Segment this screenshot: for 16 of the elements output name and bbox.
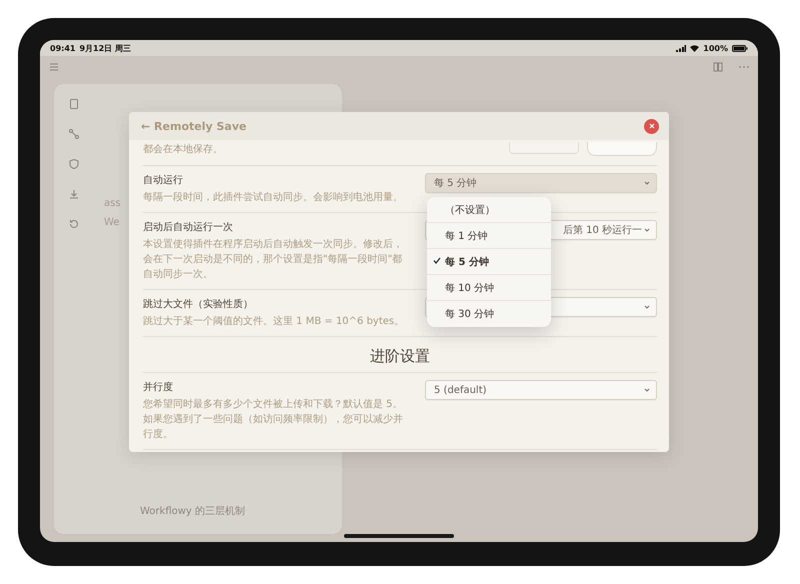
setting-title: 自动运行 (143, 174, 184, 187)
setting-title: 跳过大文件（实验性质） (143, 298, 254, 311)
setting-description: 跳过大于某一个阈值的文件。这里 1 MB = 10^6 bytes。 (143, 314, 406, 329)
status-date: 9月12日 周三 (79, 42, 131, 54)
select-value: 每 5 分钟 (434, 176, 477, 190)
battery-percent: 100% (703, 44, 728, 52)
select-value: 5 (default) (434, 384, 487, 396)
setting-description: 每隔一段时间，此插件尝试自动同步。会影响到电池用量。 (143, 190, 404, 205)
select-value: 后第 10 秒运行一 (562, 224, 642, 237)
setting-description: 都会在本地保存。 (143, 142, 223, 157)
setting-title: 并行度 (143, 380, 174, 394)
setting-title: 启动后自动运行一次 (143, 220, 234, 234)
setting-description: 您希望同时最多有多少个文件被上传和下载？默认值是 5。如果您遇到了一些问题（如访问频率限制），您可以减少并行度。 (143, 398, 404, 442)
status-time: 09:41 (50, 44, 76, 52)
section-heading: 进阶设置 (370, 347, 430, 366)
setting-description: 本设置使得插件在程序启动后自动触发一次同步。修改后，会在下一次启动是不同的，那个设置是指"每隔一段时间"都自动同步一次。 (143, 238, 404, 282)
